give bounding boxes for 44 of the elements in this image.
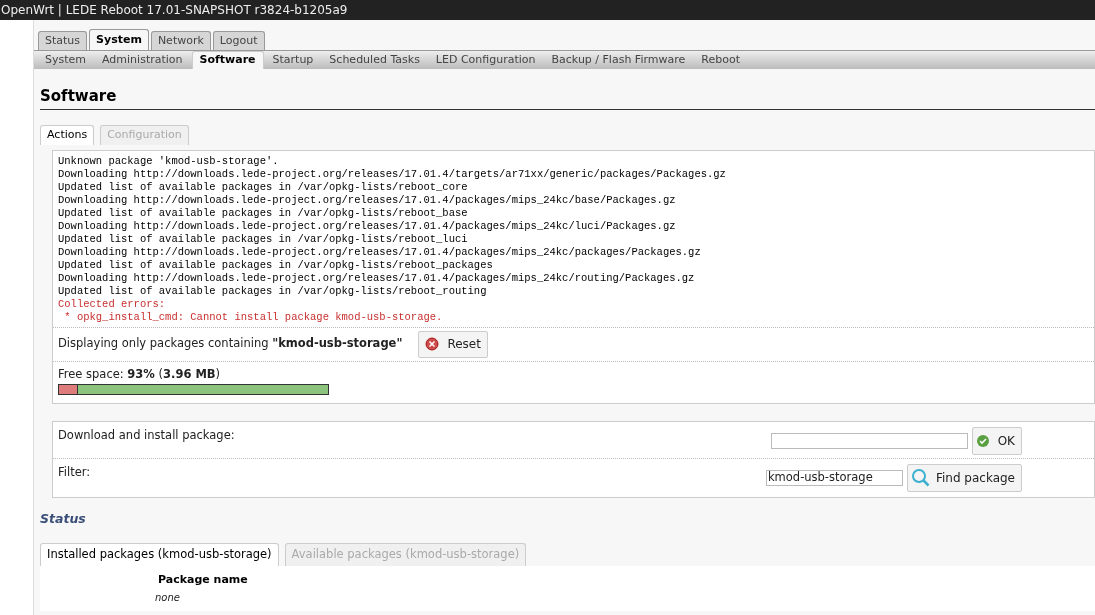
field-label: Download and install package: xyxy=(58,426,235,444)
log-line: Updated list of available packages in /var/opkg-lists/reboot_base xyxy=(58,206,469,220)
sub-nav-tab[interactable]: Reboot xyxy=(694,51,747,69)
sub-nav-tab[interactable]: Scheduled Tasks xyxy=(322,51,427,69)
nav-tab[interactable]: System xyxy=(89,29,149,50)
table-cell-text: none xyxy=(155,591,181,605)
sub-nav-tab[interactable]: System xyxy=(38,51,94,69)
log-line: Downloading http://downloads.lede-project.org/releases/17.01.4/targets/ar71xx/generic/packages/Packages.gz xyxy=(58,167,727,181)
cancel-icon xyxy=(425,337,440,351)
log-line: Collected errors: xyxy=(58,297,167,311)
sub-nav-tab[interactable]: Startup xyxy=(265,51,321,69)
reset-button[interactable]: Reset xyxy=(418,330,488,358)
section-tab[interactable]: Installed packages (kmod-usb-storage) xyxy=(40,542,279,566)
log-line: Downloading http://downloads.lede-project.org/releases/17.01.4/packages/mips_24kc/luci/Packages.gz xyxy=(58,219,677,233)
log-line: Unknown package 'kmod-usb-storage'. xyxy=(58,154,280,168)
log-line: Updated list of available packages in /var/opkg-lists/reboot_luci xyxy=(58,232,469,246)
column-header: Package name xyxy=(158,571,249,588)
section-title: Status xyxy=(40,509,87,528)
filter-notice: Displaying only packages containing "kmod-usb-storage" xyxy=(58,335,403,353)
package-input[interactable] xyxy=(770,432,968,449)
sub-nav-tab[interactable]: Backup / Flash Firmware xyxy=(544,51,693,69)
search-icon xyxy=(910,467,931,488)
log-line: Updated list of available packages in /var/opkg-lists/reboot_routing xyxy=(58,284,488,298)
sub-nav-tab[interactable]: Administration xyxy=(95,51,190,69)
section-tab[interactable]: Actions xyxy=(40,124,95,145)
sub-nav-tab[interactable]: Software xyxy=(191,51,264,69)
log-line: Downloading http://downloads.lede-project.org/releases/17.01.4/packages/mips_24kc/packages/Packages.gz xyxy=(58,245,702,259)
nav-tab[interactable]: Logout xyxy=(212,31,265,50)
log-line: Updated list of available packages in /var/opkg-lists/reboot_core xyxy=(58,180,469,194)
find-package-button[interactable]: Find package xyxy=(906,463,1022,492)
log-line: * opkg_install_cmd: Cannot install package kmod-usb-storage. xyxy=(63,310,444,324)
free-space-text: Free space: 93% (3.96 MB) xyxy=(58,365,222,383)
page-title: Software xyxy=(40,85,1095,110)
field-label: Filter: xyxy=(58,463,91,481)
log-line: Downloading http://downloads.lede-project.org/releases/17.01.4/packages/mips_24kc/base/Packages.gz xyxy=(58,193,677,207)
title-bar: OpenWrt | LEDE Reboot 17.01-SNAPSHOT r3824-b1205a9 xyxy=(0,0,1095,20)
check-icon xyxy=(975,433,990,448)
log-line: Updated list of available packages in /var/opkg-lists/reboot_packages xyxy=(58,258,494,272)
nav-tab[interactable]: Status xyxy=(38,31,88,50)
nav-tab[interactable]: Network xyxy=(150,31,211,50)
filter-input[interactable]: kmod-usb-storage xyxy=(765,469,903,486)
ok-button[interactable]: OK xyxy=(971,426,1022,455)
log-line: Downloading http://downloads.lede-project.org/releases/17.01.4/packages/mips_24kc/routing/Packages.gz xyxy=(58,271,696,285)
sub-nav-tab[interactable]: LED Configuration xyxy=(428,51,543,69)
